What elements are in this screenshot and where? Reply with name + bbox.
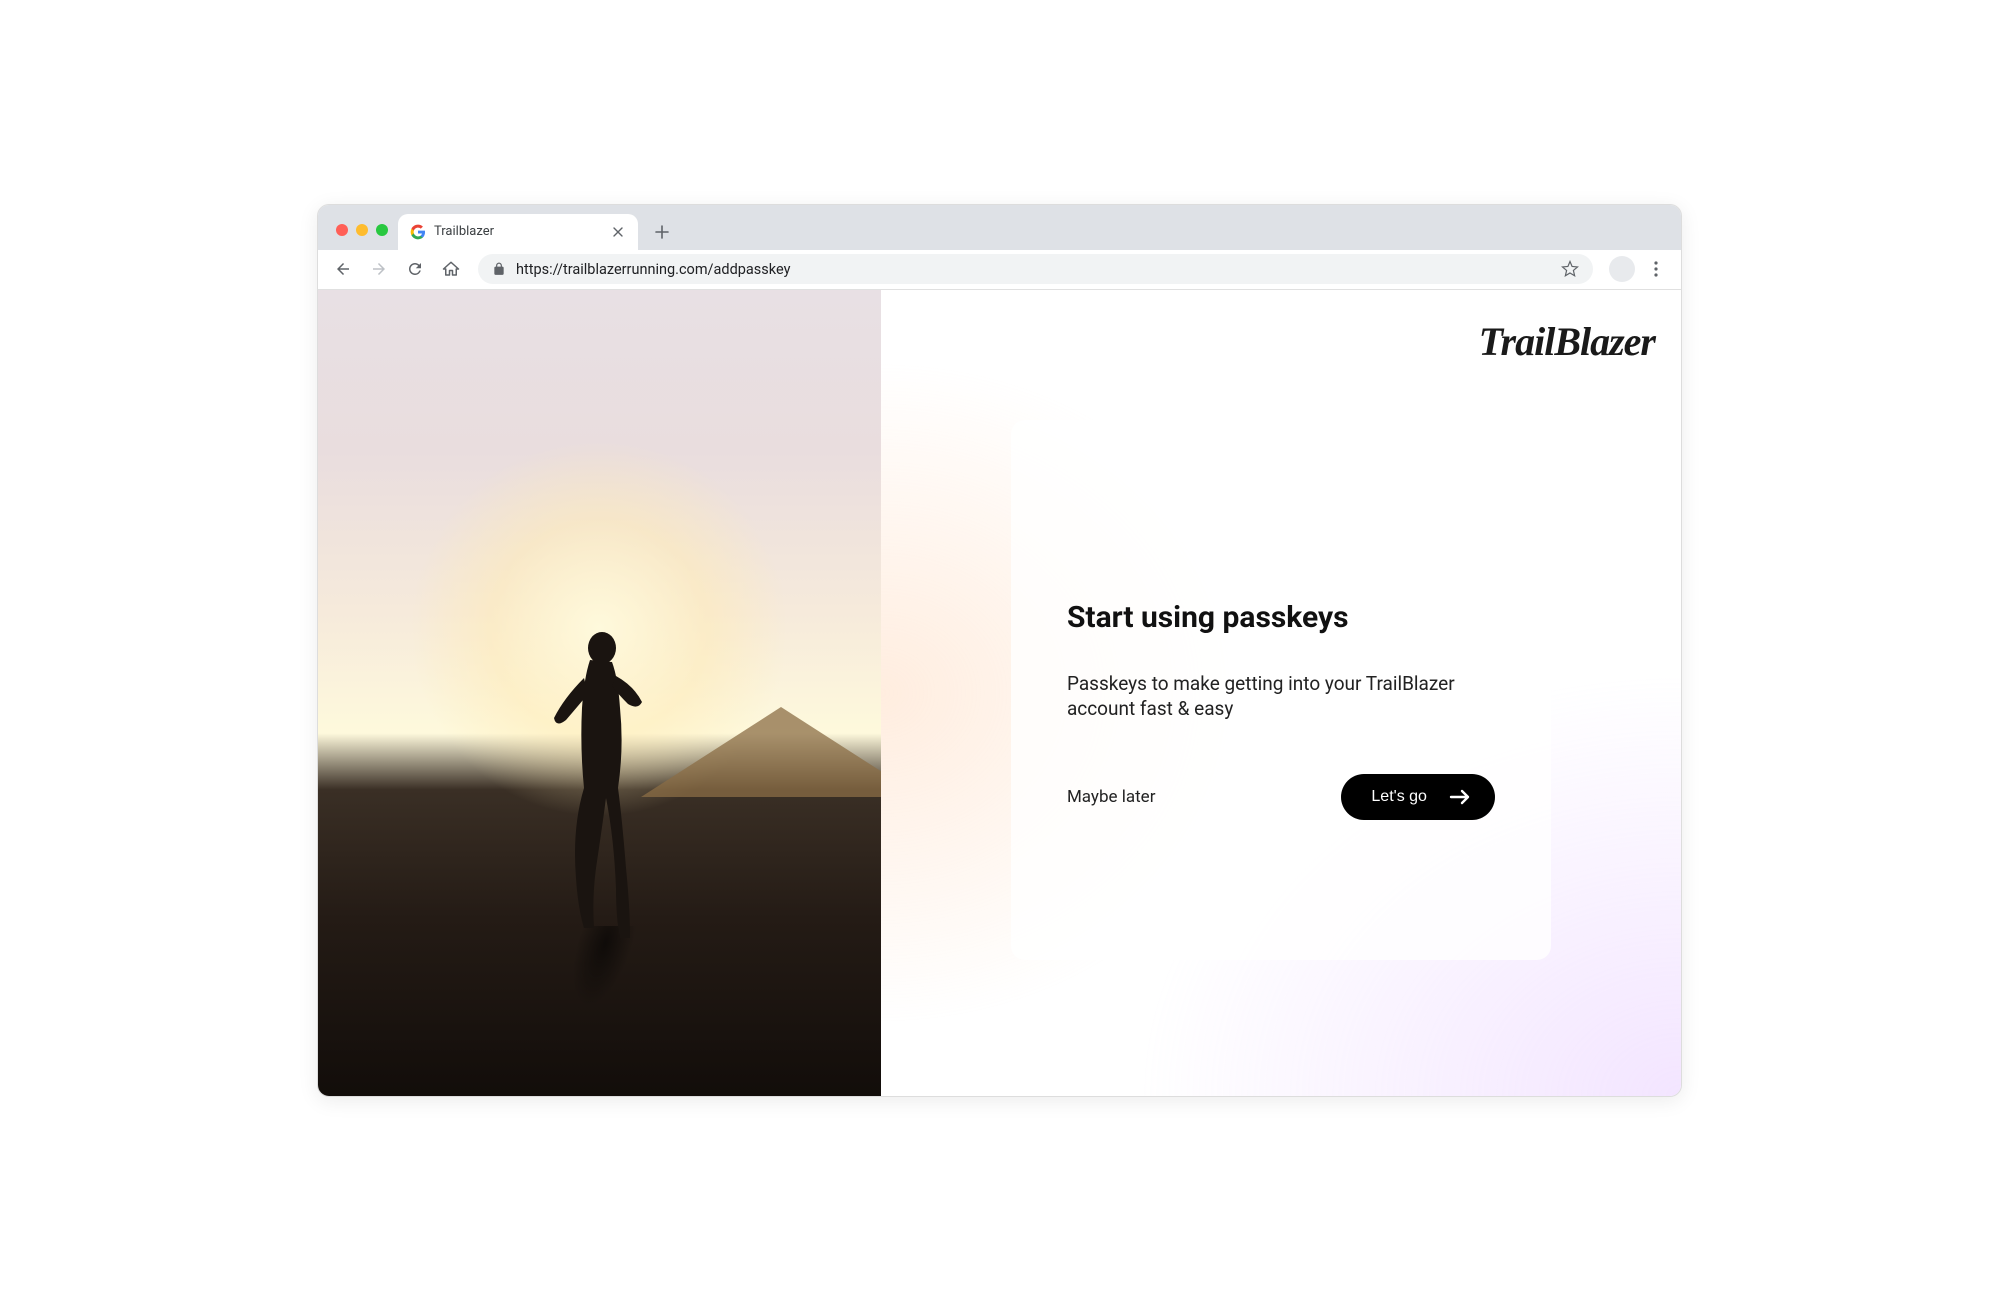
- window-controls: [330, 224, 398, 250]
- forward-button[interactable]: [364, 254, 394, 284]
- right-panel: TrailBlazer Start using passkeys Passkey…: [881, 290, 1681, 1096]
- profile-avatar[interactable]: [1609, 256, 1635, 282]
- google-favicon-icon: [410, 224, 426, 240]
- arrow-left-icon: [334, 260, 352, 278]
- close-icon: [613, 227, 623, 237]
- page-content: TrailBlazer Start using passkeys Passkey…: [318, 290, 1681, 1096]
- maybe-later-link[interactable]: Maybe later: [1067, 787, 1156, 807]
- kebab-icon: [1654, 261, 1658, 277]
- mountain-shape: [641, 707, 881, 797]
- home-icon: [442, 260, 460, 278]
- arrow-right-icon: [1449, 788, 1471, 806]
- hero-image: [318, 290, 881, 1096]
- browser-tab[interactable]: Trailblazer: [398, 214, 638, 250]
- card-subtext: Passkeys to make getting into your Trail…: [1067, 671, 1467, 722]
- browser-toolbar: https://trailblazerrunning.com/addpasske…: [318, 250, 1681, 290]
- browser-window: Trailblazer: [317, 204, 1682, 1097]
- url-text: https://trailblazerrunning.com/addpasske…: [516, 261, 1551, 278]
- runner-silhouette-icon: [534, 628, 664, 948]
- window-maximize-button[interactable]: [376, 224, 388, 236]
- arrow-right-icon: [370, 260, 388, 278]
- brand-logo: TrailBlazer: [1479, 318, 1655, 365]
- tab-close-button[interactable]: [610, 224, 626, 240]
- passkey-card: Start using passkeys Passkeys to make ge…: [1011, 420, 1551, 960]
- reload-icon: [406, 260, 424, 278]
- window-close-button[interactable]: [336, 224, 348, 236]
- new-tab-button[interactable]: [648, 218, 676, 246]
- primary-button-label: Let's go: [1371, 788, 1427, 806]
- lock-icon: [492, 262, 506, 276]
- card-heading: Start using passkeys: [1067, 600, 1495, 635]
- lets-go-button[interactable]: Let's go: [1341, 774, 1495, 820]
- browser-menu-button[interactable]: [1641, 254, 1671, 284]
- tab-bar: Trailblazer: [318, 205, 1681, 250]
- home-button[interactable]: [436, 254, 466, 284]
- plus-icon: [655, 225, 669, 239]
- window-minimize-button[interactable]: [356, 224, 368, 236]
- tab-title: Trailblazer: [434, 224, 602, 239]
- card-actions: Maybe later Let's go: [1067, 774, 1495, 820]
- reload-button[interactable]: [400, 254, 430, 284]
- bookmark-star-button[interactable]: [1561, 260, 1579, 278]
- back-button[interactable]: [328, 254, 358, 284]
- runner-shadow: [537, 926, 673, 1095]
- address-bar[interactable]: https://trailblazerrunning.com/addpasske…: [478, 254, 1593, 284]
